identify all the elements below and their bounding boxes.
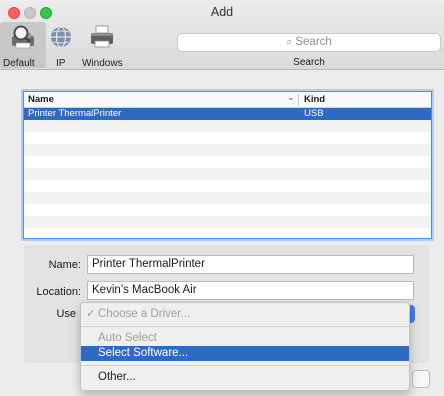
search-placeholder: Search	[295, 36, 332, 48]
name-field[interactable]: Printer ThermalPrinter	[87, 255, 414, 274]
add-printer-window: Add Default IP Windows ⌕ Search Search N…	[0, 0, 444, 396]
printer-name-cell: Printer ThermalPrinter	[28, 108, 122, 119]
add-button-partial[interactable]	[412, 370, 430, 388]
column-header-name[interactable]: Name	[28, 94, 54, 105]
empty-row	[24, 204, 431, 216]
name-label: Name:	[48, 259, 81, 271]
toolbar-ip-button[interactable]	[48, 24, 74, 50]
search-field[interactable]: ⌕ Search	[177, 33, 441, 52]
driver-dropdown-menu: ✓ Choose a Driver... Auto Select Select …	[80, 302, 410, 391]
location-label: Location:	[36, 286, 81, 298]
menu-item-select-software-label: Select Software...	[98, 347, 189, 359]
toolbar-ip-label: IP	[56, 58, 66, 69]
toolbar-windows-label: Windows	[82, 58, 123, 69]
empty-row	[24, 228, 431, 238]
empty-row	[24, 192, 431, 204]
menu-item-select-software[interactable]: Select Software...	[81, 346, 409, 361]
window-title: Add	[210, 5, 234, 19]
printer-list[interactable]: Name ⌄ Kind Printer ThermalPrinter USB	[23, 91, 432, 239]
use-label: Use	[56, 308, 76, 320]
empty-row	[24, 168, 431, 180]
search-label: Search	[293, 57, 325, 68]
empty-row	[24, 132, 431, 144]
title-bar: Add Default IP Windows ⌕ Search Search	[0, 0, 444, 70]
printer-kind-cell: USB	[304, 108, 324, 119]
location-field[interactable]: Kevin’s MacBook Air	[87, 281, 414, 300]
menu-item-choose-driver-label: Choose a Driver...	[98, 308, 191, 320]
search-icon: ⌕	[286, 36, 293, 48]
menu-item-other-label: Other...	[98, 371, 136, 383]
toolbar-default-label: Default	[3, 58, 35, 69]
sort-chevron-down-icon[interactable]: ⌄	[287, 92, 295, 103]
menu-separator	[81, 326, 409, 327]
toolbar-default-button[interactable]	[9, 24, 37, 50]
menu-item-auto-select[interactable]: Auto Select	[81, 331, 409, 346]
printer-row-thermalprinter[interactable]: Printer ThermalPrinter USB	[24, 108, 431, 120]
toolbar-windows-button[interactable]	[88, 24, 116, 50]
empty-row	[24, 120, 431, 132]
default-printer-icon	[12, 25, 34, 49]
windows-printer-icon	[91, 25, 113, 48]
menu-item-other[interactable]: Other...	[81, 370, 409, 385]
empty-row	[24, 180, 431, 192]
column-header-kind[interactable]: Kind	[304, 94, 325, 105]
empty-row	[24, 216, 431, 228]
menu-item-auto-select-label: Auto Select	[98, 332, 157, 344]
empty-row	[24, 156, 431, 168]
globe-icon	[51, 26, 71, 48]
checkmark-icon: ✓	[86, 308, 96, 320]
list-rows: Printer ThermalPrinter USB	[24, 108, 431, 238]
empty-row	[24, 144, 431, 156]
list-header: Name ⌄ Kind	[24, 92, 431, 108]
menu-item-choose-driver[interactable]: ✓ Choose a Driver...	[81, 307, 409, 322]
column-divider	[298, 94, 299, 106]
menu-separator	[81, 365, 409, 366]
